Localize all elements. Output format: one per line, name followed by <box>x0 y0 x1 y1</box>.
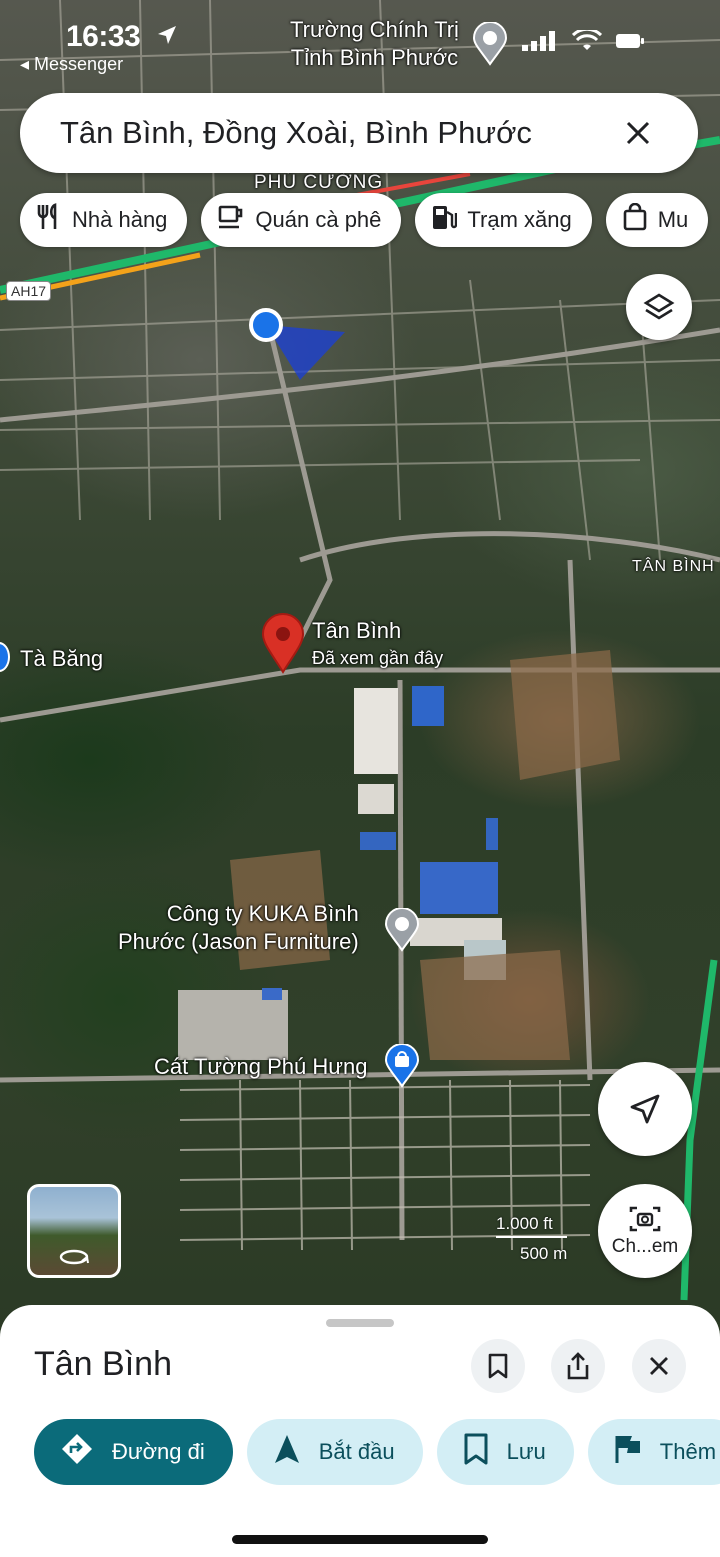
pin-subtitle-label: Đã xem gần đây <box>312 648 444 668</box>
camera-search-button[interactable]: Ch...em <box>598 1184 692 1278</box>
shopping-bag-icon <box>622 202 648 237</box>
street-view-360-icon <box>58 1247 90 1272</box>
more-label: Thêm <box>659 1439 717 1464</box>
directions-button[interactable]: Đường đi <box>34 1419 233 1485</box>
bookmark-icon <box>488 1353 508 1379</box>
close-sheet-button[interactable] <box>632 1339 686 1393</box>
camera-icon <box>629 1206 661 1232</box>
start-button[interactable]: Bắt đầu <box>246 1419 423 1485</box>
layers-icon <box>643 293 675 320</box>
place-bottom-sheet[interactable]: Tân Bình Đường đi Bắt đầu Lưu Thêm <box>0 1305 720 1557</box>
navigation-arrow-icon <box>630 1094 660 1124</box>
place-pin-icon[interactable] <box>472 21 508 71</box>
directions-label: Đường đi <box>112 1439 205 1464</box>
save-label: Lưu <box>506 1439 546 1464</box>
sheet-drag-handle[interactable] <box>326 1319 394 1327</box>
chip-gas-station[interactable]: Trạm xăng <box>415 193 592 247</box>
map-label-truong-chinh-tri[interactable]: Trường Chính Trị Tỉnh Bình Phước <box>290 16 459 72</box>
share-icon <box>567 1352 589 1380</box>
action-buttons: Đường đi Bắt đầu Lưu Thêm <box>34 1419 720 1485</box>
battery-icon <box>616 32 644 55</box>
status-icons <box>522 27 644 57</box>
save-button[interactable]: Lưu <box>436 1419 574 1485</box>
camera-label: Ch...em <box>611 1236 679 1257</box>
scale-m-label: 500 m <box>520 1244 568 1263</box>
start-label: Bắt đầu <box>318 1439 395 1464</box>
map-label-kuka[interactable]: Công ty KUKA Bình Phước (Jason Furniture… <box>118 900 359 956</box>
signal-icon <box>522 31 558 56</box>
chip-label: Mu <box>657 207 689 232</box>
back-to-messenger[interactable]: ◂ Messenger <box>20 54 123 75</box>
navigation-arrow-icon <box>273 1433 301 1471</box>
scale-ft-label: 1.000 ft <box>496 1214 568 1238</box>
my-location-button[interactable] <box>598 1062 692 1156</box>
chip-shopping[interactable]: Mu <box>605 193 709 247</box>
flag-icon <box>614 1433 642 1471</box>
wifi-icon <box>571 27 603 57</box>
map-scale: 1.000 ft 500 m <box>496 1214 568 1264</box>
chip-label: Nhà hàng <box>72 207 168 232</box>
save-place-button[interactable] <box>471 1339 525 1393</box>
home-indicator <box>232 1535 488 1544</box>
map-label-tan-binh-area: TÂN BÌNH <box>632 558 715 575</box>
place-title: Tân Bình <box>34 1345 172 1383</box>
my-location-dot <box>249 308 283 342</box>
chip-restaurants[interactable]: Nhà hàng <box>20 193 188 247</box>
clear-search-button[interactable] <box>618 113 658 153</box>
directions-icon <box>60 1432 94 1472</box>
search-query[interactable]: Tân Bình, Đồng Xoài, Bình Phước <box>60 115 618 151</box>
shopping-pin-icon[interactable] <box>384 1043 420 1093</box>
kuka-pin-icon[interactable] <box>384 907 420 957</box>
layers-button[interactable] <box>626 274 692 340</box>
share-button[interactable] <box>551 1339 605 1393</box>
map-label-ta-bang[interactable]: Tà Băng <box>20 646 103 672</box>
map-label-cat-tuong[interactable]: Cát Tường Phú Hưng <box>154 1054 367 1080</box>
more-button[interactable]: Thêm <box>587 1419 720 1485</box>
chip-label: Trạm xăng <box>467 207 572 232</box>
status-time: 16:33 <box>66 20 141 53</box>
pin-title-label[interactable]: Tân Bình <box>312 618 401 644</box>
bookmark-icon <box>463 1433 489 1471</box>
highway-shield-ah17: AH17 <box>6 281 52 301</box>
chip-coffee[interactable]: Quán cà phê <box>201 193 402 247</box>
selected-place-pin-icon[interactable] <box>260 612 306 679</box>
coffee-icon <box>217 204 245 236</box>
gas-station-icon <box>431 203 458 237</box>
search-bar[interactable]: Tân Bình, Đồng Xoài, Bình Phước <box>20 93 698 173</box>
category-chips: Nhà hàng Quán cà phê Trạm xăng Mu <box>20 193 709 247</box>
street-view-thumbnail[interactable] <box>27 1184 121 1278</box>
location-arrow-icon <box>156 24 178 51</box>
map-label-phu-cuong: PHÚ CƯỜNG <box>254 172 384 193</box>
chip-label: Quán cà phê <box>255 207 382 232</box>
restaurant-icon <box>36 203 62 237</box>
close-icon <box>650 1357 668 1375</box>
close-icon <box>626 121 650 145</box>
